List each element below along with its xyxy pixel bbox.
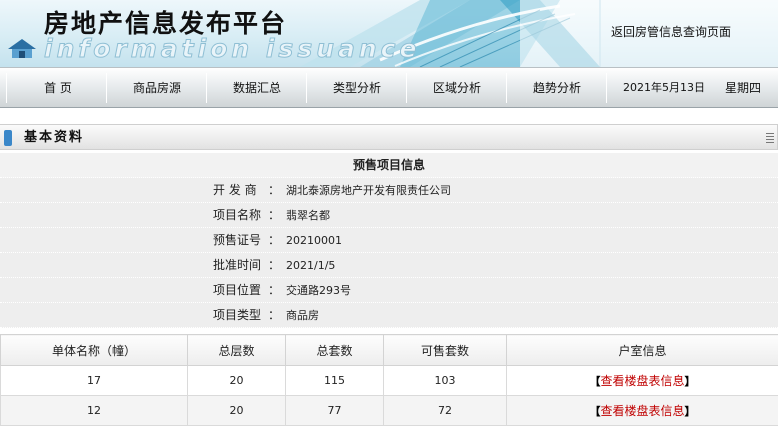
return-link[interactable]: 返回房管信息查询页面 [611,23,731,40]
section-marker-icon [4,130,12,146]
nav-separator [506,73,507,103]
info-value-project-name: 翡翠名都 [286,209,330,222]
nav-listings[interactable]: 商品房源 [108,68,206,108]
column-header-floors: 总层数 [187,334,286,366]
project-info-heading-row: 预售项目信息 [0,153,778,178]
house-logo-icon [8,39,36,58]
info-label: 项目类型 [213,308,262,322]
nav-data-summary[interactable]: 数据汇总 [208,68,306,108]
cell-available-units: 103 [383,365,507,396]
bracket-close: 】 [684,405,696,418]
info-label: 批准时间 [213,258,262,272]
cell-floors: 20 [187,395,286,426]
column-header-unit-info: 户室信息 [506,334,778,366]
bracket-open: 【 [589,375,601,388]
info-value-type: 商品房 [286,309,319,322]
section-header: 基本资料 [0,124,778,150]
cell-unit-info: 【查看楼盘表信息】 [506,365,778,396]
table-header-row: 单体名称（幢） 总层数 总套数 可售套数 户室信息 [0,334,778,366]
project-info-heading: 预售项目信息 [352,158,425,172]
info-label: 预售证号 [213,233,262,247]
nav-region-analysis[interactable]: 区域分析 [408,68,506,108]
info-colon: ： [268,308,281,322]
section-title: 基本资料 [24,130,85,145]
view-floor-plan-link[interactable]: 查看楼盘表信息 [600,374,684,388]
info-colon: ： [268,208,281,222]
table-row: 12 20 77 72 【查看楼盘表信息】 [0,395,778,426]
bracket-open: 【 [589,405,601,418]
header-banner: 房地产信息发布平台 information issuance 返回房管信息查询页… [0,0,778,67]
main-nav: 首 页 商品房源 数据汇总 类型分析 区域分析 趋势分析 2021年5月13日 … [0,67,778,108]
view-floor-plan-link[interactable]: 查看楼盘表信息 [600,404,684,418]
table-row: 17 20 115 103 【查看楼盘表信息】 [0,365,778,396]
project-info: 预售项目信息 开 发 商 ： 湖北泰源房地产开发有限责任公司 项目名称 ： 翡翠… [0,153,778,328]
cell-floors: 20 [187,365,286,396]
cell-building: 12 [0,395,188,426]
info-row-developer: 开 发 商 ： 湖北泰源房地产开发有限责任公司 [0,178,778,203]
column-header-available-units: 可售套数 [383,334,507,366]
cell-building: 17 [0,365,188,396]
nav-separator [6,73,7,103]
nav-separator [306,73,307,103]
info-row-approval-date: 批准时间 ： 2021/1/5 [0,253,778,278]
info-row-project-name: 项目名称 ： 翡翠名都 [0,203,778,228]
column-header-total-units: 总套数 [285,334,384,366]
info-label: 项目名称 [213,208,262,222]
info-label: 项目位置 [213,283,262,297]
nav-separator [106,73,107,103]
info-value-location: 交通路293号 [286,284,351,297]
cell-unit-info: 【查看楼盘表信息】 [506,395,778,426]
info-value-developer: 湖北泰源房地产开发有限责任公司 [286,184,451,197]
info-value-approval-date: 2021/1/5 [286,259,336,272]
nav-separator [606,73,607,103]
info-colon: ： [268,183,281,197]
info-colon: ： [268,283,281,297]
grip-icon [766,133,774,143]
cell-total-units: 115 [285,365,384,396]
info-colon: ： [268,233,281,247]
cell-total-units: 77 [285,395,384,426]
nav-trend-analysis[interactable]: 趋势分析 [508,68,606,108]
building-table: 单体名称（幢） 总层数 总套数 可售套数 户室信息 17 20 115 103 … [0,334,778,426]
nav-type-analysis[interactable]: 类型分析 [308,68,406,108]
info-value-permit-no: 20210001 [286,234,342,247]
info-label: 开 发 商 [213,183,257,197]
info-row-permit-no: 预售证号 ： 20210001 [0,228,778,253]
info-colon: ： [268,258,281,272]
nav-separator [206,73,207,103]
column-header-building: 单体名称（幢） [0,334,188,366]
cell-available-units: 72 [383,395,507,426]
info-row-location: 项目位置 ： 交通路293号 [0,278,778,303]
nav-date: 2021年5月13日 [623,81,705,94]
nav-weekday: 星期四 [725,81,762,95]
nav-home[interactable]: 首 页 [8,68,108,108]
nav-separator [406,73,407,103]
info-row-type: 项目类型 ： 商品房 [0,303,778,328]
bracket-close: 】 [684,375,696,388]
site-subtitle: information issuance [43,34,421,64]
